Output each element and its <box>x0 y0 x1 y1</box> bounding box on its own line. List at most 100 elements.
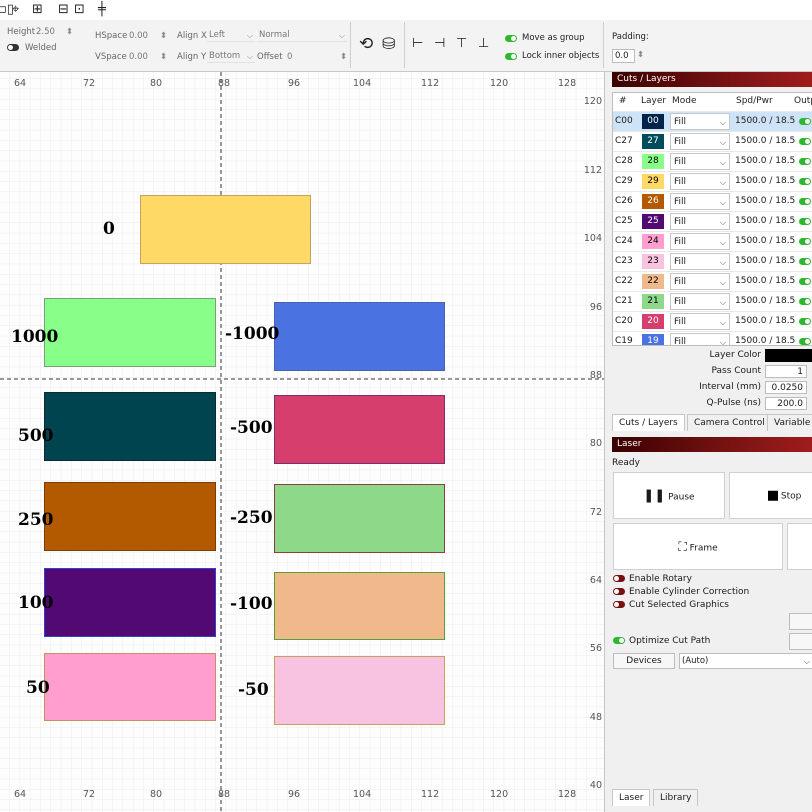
layer-row[interactable]: C25 25 Fill ⌵ 1500.0 / 18.5 <box>613 211 812 232</box>
layer-mode-select[interactable]: Fill ⌵ <box>670 113 730 130</box>
origin-button[interactable] <box>789 613 812 630</box>
layer-row[interactable]: C29 29 Fill ⌵ 1500.0 / 18.5 <box>613 171 812 192</box>
layer-row[interactable]: C27 27 Fill ⌵ 1500.0 / 18.5 <box>613 131 812 152</box>
layer-swatch[interactable]: 20 <box>642 314 664 329</box>
canvas-rect-100[interactable] <box>44 568 216 637</box>
canvas-rect-neg1000[interactable] <box>274 302 445 371</box>
layer-swatch[interactable]: 26 <box>642 194 664 209</box>
canvas-rect-500[interactable] <box>44 392 216 461</box>
layer-row[interactable]: C19 19 Fill ⌵ 1500.0 / 18.5 <box>613 331 812 345</box>
layer-mode-select[interactable]: Fill ⌵ <box>670 253 730 270</box>
hspace-spinner-icon[interactable]: ⬍ <box>160 31 167 41</box>
layer-mode-select[interactable]: Fill ⌵ <box>670 193 730 210</box>
layer-output-toggle[interactable] <box>799 218 811 225</box>
canvas-rect-50[interactable] <box>44 653 216 721</box>
layer-swatch[interactable]: 25 <box>642 214 664 229</box>
layer-output-toggle[interactable] <box>799 238 811 245</box>
optimize-cut-path-toggle[interactable] <box>613 637 625 644</box>
interval-input[interactable]: 0.0250 <box>765 381 807 394</box>
col-header-number[interactable]: # <box>619 93 627 109</box>
padding-input[interactable]: 0.0 <box>612 49 635 63</box>
align-center-icon[interactable]: ⊣ <box>434 36 445 51</box>
layer-row[interactable]: C22 22 Fill ⌵ 1500.0 / 18.5 <box>613 271 812 292</box>
vspace-spinner-icon[interactable]: ⬍ <box>160 52 167 62</box>
align-left-icon[interactable]: ⊢ <box>412 36 423 51</box>
layer-swatch[interactable]: 27 <box>642 134 664 149</box>
cuts-layers-table[interactable]: # Layer Mode Spd/Pwr Outp C00 00 Fill⌵ 1500… <box>612 92 812 346</box>
layer-mode-select[interactable]: Fill ⌵ <box>670 213 730 230</box>
layer-output-toggle[interactable] <box>799 158 811 165</box>
enable-cylinder-toggle[interactable] <box>613 588 625 595</box>
tab-laser[interactable]: Laser <box>612 789 651 806</box>
layer-row[interactable]: C20 20 Fill ⌵ 1500.0 / 18.5 <box>613 311 812 332</box>
enable-rotary-toggle[interactable] <box>613 575 625 582</box>
layer-swatch[interactable]: 24 <box>642 234 664 249</box>
layer-mode-select[interactable]: Fill ⌵ <box>670 293 730 310</box>
tab-camera-control[interactable]: Camera Control <box>687 414 772 431</box>
canvas-rect-1000[interactable] <box>44 298 216 367</box>
layer-mode-select[interactable]: Fill ⌵ <box>670 333 730 345</box>
layer-mode-select[interactable]: Fill ⌵ <box>670 173 730 190</box>
arrange-icon[interactable]: ⊡ <box>74 2 85 18</box>
align-y-select[interactable]: Bottom ⌵ <box>207 50 255 63</box>
align-x-select[interactable]: Left ⌵ <box>207 29 255 42</box>
settings-button[interactable] <box>789 633 812 650</box>
lock-inner-toggle[interactable] <box>505 53 517 60</box>
layer-swatch[interactable]: 19 <box>642 334 664 345</box>
hspace-value[interactable]: 0.00 <box>129 31 148 41</box>
col-header-layer[interactable]: Layer <box>641 93 666 109</box>
col-header-mode[interactable]: Mode <box>672 93 697 109</box>
welded-toggle[interactable] <box>7 44 19 51</box>
layer-swatch[interactable]: 22 <box>642 274 664 289</box>
vspace-value[interactable]: 0.00 <box>129 52 148 62</box>
canvas-rect-neg500[interactable] <box>274 395 445 464</box>
layer-output-toggle[interactable] <box>799 338 811 345</box>
canvas-rect-neg50[interactable] <box>274 656 445 725</box>
canvas-rect-250[interactable] <box>44 482 216 551</box>
tab-library[interactable]: Library <box>653 789 699 806</box>
canvas-rect-neg100[interactable] <box>274 572 445 640</box>
group-icon[interactable]: ⊞ <box>32 2 43 18</box>
rotate-icon[interactable]: ⟲ <box>359 34 373 54</box>
normal-select[interactable]: Normal ⌵ <box>257 29 347 42</box>
layer-row[interactable]: C26 26 Fill ⌵ 1500.0 / 18.5 <box>613 191 812 212</box>
layer-output-toggle[interactable] <box>799 318 811 325</box>
layer-output-toggle[interactable] <box>799 298 811 305</box>
layer-swatch[interactable]: 21 <box>642 294 664 309</box>
height-value[interactable]: 2.50 <box>36 27 55 37</box>
padding-spinner-icon[interactable]: ⬍ <box>637 50 644 60</box>
center-icon[interactable]: ╪ <box>98 2 106 18</box>
layer-row[interactable]: C24 24 Fill ⌵ 1500.0 / 18.5 <box>613 231 812 252</box>
spinner-icon[interactable]: ⬍ <box>66 27 73 37</box>
layer-swatch[interactable]: 23 <box>642 254 664 269</box>
array-icon[interactable]: ⊟ <box>58 2 69 18</box>
database-icon[interactable]: ⛁ <box>382 34 395 53</box>
canvas-rect-neg250[interactable] <box>274 484 445 553</box>
pass-count-input[interactable]: 1 <box>765 365 807 378</box>
layer-output-toggle[interactable] <box>799 198 811 205</box>
layer-row[interactable]: C21 21 Fill ⌵ 1500.0 / 18.5 <box>613 291 812 312</box>
move-as-group-toggle[interactable] <box>505 35 517 42</box>
pause-button[interactable]: ❚❚ Pause <box>613 472 725 519</box>
align-bottom-icon[interactable]: ⊥ <box>478 36 489 51</box>
go-button[interactable] <box>787 523 812 570</box>
layer-mode-select[interactable]: Fill ⌵ <box>670 133 730 150</box>
frame-button[interactable]: ⛶ Frame <box>613 523 783 570</box>
layer-swatch[interactable]: 28 <box>642 154 664 169</box>
layer-output-toggle[interactable] <box>799 278 811 285</box>
layer-output-toggle[interactable] <box>799 138 811 145</box>
layer-mode-select[interactable]: Fill ⌵ <box>670 233 730 250</box>
devices-button[interactable]: Devices <box>613 653 675 669</box>
layer-row[interactable]: C00 00 Fill ⌵ 1500.0 / 18.5 <box>613 111 812 132</box>
layer-output-toggle[interactable] <box>799 178 811 185</box>
devices-select[interactable]: (Auto) ⌵ <box>679 653 812 669</box>
layer-output-toggle[interactable] <box>799 258 811 265</box>
qpulse-input[interactable]: 200.0 <box>765 397 807 410</box>
col-header-output[interactable]: Outp <box>794 93 812 109</box>
layer-mode-select[interactable]: Fill ⌵ <box>670 273 730 290</box>
distribute-icon[interactable]: ⌖ <box>12 2 19 18</box>
layer-color-swatch[interactable] <box>765 349 812 362</box>
stop-button[interactable]: Stop <box>729 472 812 519</box>
col-header-spdpwr[interactable]: Spd/Pwr <box>736 93 773 109</box>
layer-row[interactable]: C28 28 Fill ⌵ 1500.0 / 18.5 <box>613 151 812 172</box>
